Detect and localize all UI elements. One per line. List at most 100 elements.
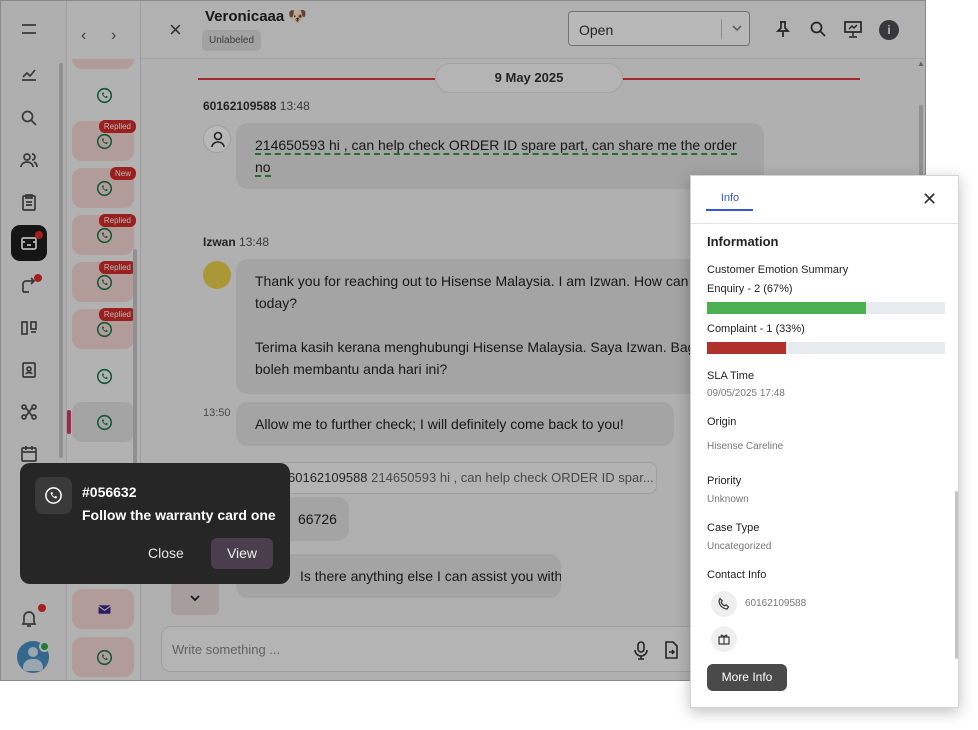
chevron-down-icon [190,595,200,602]
microphone-icon[interactable] [631,640,651,660]
replied-badge: Replied [98,214,136,227]
info-scrollbar[interactable] [955,491,958,659]
list-item[interactable]: New [72,167,136,208]
toast-view-button[interactable]: View [211,538,273,569]
contacts-icon[interactable] [15,146,43,174]
message-sender: 60162109588 13:48 [203,99,310,113]
message-text: Is there anything else I can assist you … [300,568,561,584]
priority-value: Unknown [707,494,749,505]
emotion-title: Customer Emotion Summary [707,264,849,276]
whatsapp-icon [96,321,113,338]
toast-message: Follow the warranty card one [82,507,276,523]
customer-avatar [203,125,231,153]
tab-indicator [706,209,753,211]
message-text: 214650593 hi , can help check ORDER ID s… [255,137,737,177]
message-time: 13:48 [239,235,270,249]
chat-notification-dot [34,274,42,282]
menu-icon[interactable] [15,15,43,43]
presentation-icon[interactable] [843,19,863,39]
message-time: 13:50 [203,407,231,419]
origin-label: Origin [707,416,737,428]
scroll-down-button[interactable] [171,581,219,615]
list-item[interactable] [72,637,134,677]
pin-icon[interactable] [773,19,793,39]
whatsapp-icon [96,274,113,291]
emotion-label-complaint: Complaint - 1 (33%) [707,323,805,335]
chevron-down-icon [732,25,742,32]
attach-file-icon[interactable] [661,640,681,660]
online-status-dot [39,641,50,652]
composer-placeholder[interactable]: Write something ... [172,642,280,657]
whatsapp-icon [96,414,113,431]
replied-badge: Replied [98,120,136,133]
tickets-icon[interactable] [11,225,47,261]
selected-indicator [67,410,71,434]
info-heading: Information [707,234,779,249]
list-item[interactable]: Replied [72,214,136,255]
list-scrollbar[interactable] [133,249,137,489]
person-icon [211,131,225,148]
whatsapp-icon [96,133,113,150]
list-item[interactable] [72,589,134,629]
message-text: Allow me to further check; I will defini… [255,416,624,432]
info-icon[interactable]: i [879,20,899,40]
whatsapp-icon [96,649,113,666]
toast-ticket-id: #056632 [82,484,137,500]
whatsapp-icon [96,87,113,104]
date-line-right [623,78,860,80]
list-item[interactable] [72,356,134,396]
sla-label: SLA Time [707,370,755,382]
label-tag[interactable]: Unlabeled [202,30,262,51]
emotion-label-enquiry: Enquiry - 2 (67%) [707,283,793,295]
sla-value: 09/05/2025 17:48 [707,388,785,399]
toast-icon-box [35,477,72,514]
message-bubble: Allow me to further check; I will defini… [236,402,674,446]
search-icon[interactable] [15,104,43,132]
list-item[interactable] [72,75,134,115]
select-divider [721,19,722,39]
case-type-value: Uncategorized [707,541,772,552]
close-chat-icon[interactable]: × [169,19,182,41]
agent-avatar [203,261,231,289]
message-composer[interactable]: Write something ... [161,626,701,672]
contact-info-label: Contact Info [707,569,767,581]
list-item-selected[interactable] [67,402,134,442]
sender-name: 60162109588 [203,99,277,113]
email-icon [98,605,111,614]
phone-icon[interactable] [711,591,737,617]
list-item[interactable]: Replied [72,120,136,161]
tab-info[interactable]: Info [708,192,752,204]
priority-label: Priority [707,475,742,487]
replied-badge: Replied [98,261,136,274]
rail-scrollbar[interactable] [59,63,63,458]
list-item[interactable]: Replied [72,308,136,349]
notification-toast: #056632 Follow the warranty card one Clo… [20,463,290,584]
close-icon[interactable]: ✕ [922,190,937,208]
enquiry-bar-track [707,302,945,314]
phone-value: 60162109588 [745,598,807,609]
tickets-notification-dot [35,231,43,239]
date-line-left [198,78,435,80]
whatsapp-icon [45,487,62,504]
quoted-message[interactable]: 60162109588 214650593 hi , can help chec… [275,462,657,494]
more-info-button[interactable]: More Info [707,664,787,691]
clipboard-icon[interactable] [15,188,43,216]
dashboard-chart-icon[interactable] [15,60,43,88]
forward-arrow-icon[interactable]: › [111,27,116,45]
scroll-up-arrow[interactable]: ▲ [917,59,925,68]
search-icon[interactable] [808,19,828,39]
message-sender: Izwan 13:48 [203,235,269,249]
whatsapp-icon [96,227,113,244]
sender-name: Izwan [203,235,236,249]
gift-icon[interactable] [711,626,737,652]
board-icon[interactable] [15,314,43,342]
back-arrow-icon[interactable]: ‹ [81,27,86,45]
toast-close-button[interactable]: Close [148,545,184,561]
contact-book-icon[interactable] [15,356,43,384]
status-select[interactable]: Open [568,11,750,46]
whatsapp-icon [96,368,113,385]
message-text: 66726 [298,511,337,527]
workflow-icon[interactable] [15,398,43,426]
case-type-label: Case Type [707,522,760,534]
list-item[interactable]: Replied [72,261,136,302]
